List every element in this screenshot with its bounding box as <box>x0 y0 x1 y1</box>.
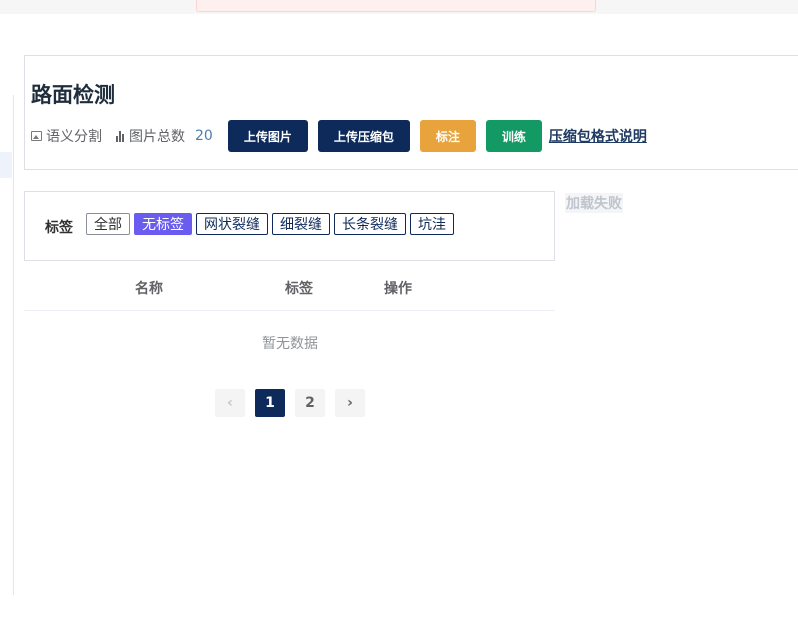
tag-filter-pothole[interactable]: 坑洼 <box>410 213 454 235</box>
pagination-page-2[interactable]: 2 <box>295 389 325 417</box>
image-load-failed-text: 加载失败 <box>565 193 623 213</box>
sidebar-active-marker <box>0 152 12 178</box>
pagination: ‹ 1 2 › <box>215 389 365 417</box>
tag-filter-long-crack[interactable]: 长条裂缝 <box>334 213 406 235</box>
tag-filter-fine-crack[interactable]: 细裂缝 <box>272 213 330 235</box>
zip-format-help-link[interactable]: 压缩包格式说明 <box>549 126 647 146</box>
tag-filter-panel: 标签 全部 无标签 网状裂缝 细裂缝 长条裂缝 坑洼 <box>24 191 555 261</box>
dataset-meta-row: 语义分割 图片总数 20 上传图片 上传压缩包 标注 训练 压缩包格式说明 <box>31 120 647 152</box>
column-header-tag: 标签 <box>285 281 313 297</box>
page-title: 路面检测 <box>31 83 115 107</box>
pagination-prev-button[interactable]: ‹ <box>215 389 245 417</box>
dataset-header-panel: 路面检测 语义分割 图片总数 20 上传图片 上传压缩包 标注 训练 压缩包格式… <box>24 55 798 170</box>
sidebar-divider <box>13 95 14 595</box>
column-header-name: 名称 <box>135 281 163 297</box>
tag-filter-all[interactable]: 全部 <box>86 213 130 235</box>
total-images-count: 20 <box>195 128 213 144</box>
top-alert <box>196 0 596 12</box>
chevron-left-icon: ‹ <box>227 395 233 411</box>
bar-chart-icon <box>116 130 124 142</box>
upload-zip-button[interactable]: 上传压缩包 <box>317 120 410 152</box>
pagination-page-1[interactable]: 1 <box>255 389 285 417</box>
annotate-button[interactable]: 标注 <box>419 120 476 152</box>
total-images-label: 图片总数 <box>129 129 185 145</box>
tag-filter-label: 标签 <box>45 220 73 236</box>
chevron-right-icon: › <box>347 395 353 411</box>
column-header-actions: 操作 <box>384 281 412 297</box>
pagination-next-button[interactable]: › <box>335 389 365 417</box>
train-button[interactable]: 训练 <box>485 120 542 152</box>
table-empty-text: 暂无数据 <box>262 336 318 352</box>
tag-filter-list: 全部 无标签 网状裂缝 细裂缝 长条裂缝 坑洼 <box>86 213 454 235</box>
tag-filter-mesh-crack[interactable]: 网状裂缝 <box>196 213 268 235</box>
table-header: 名称 标签 操作 <box>24 270 555 311</box>
image-icon <box>31 131 42 141</box>
upload-image-button[interactable]: 上传图片 <box>227 120 308 152</box>
tag-filter-unlabeled[interactable]: 无标签 <box>134 213 192 235</box>
task-type-label: 语义分割 <box>46 129 102 145</box>
